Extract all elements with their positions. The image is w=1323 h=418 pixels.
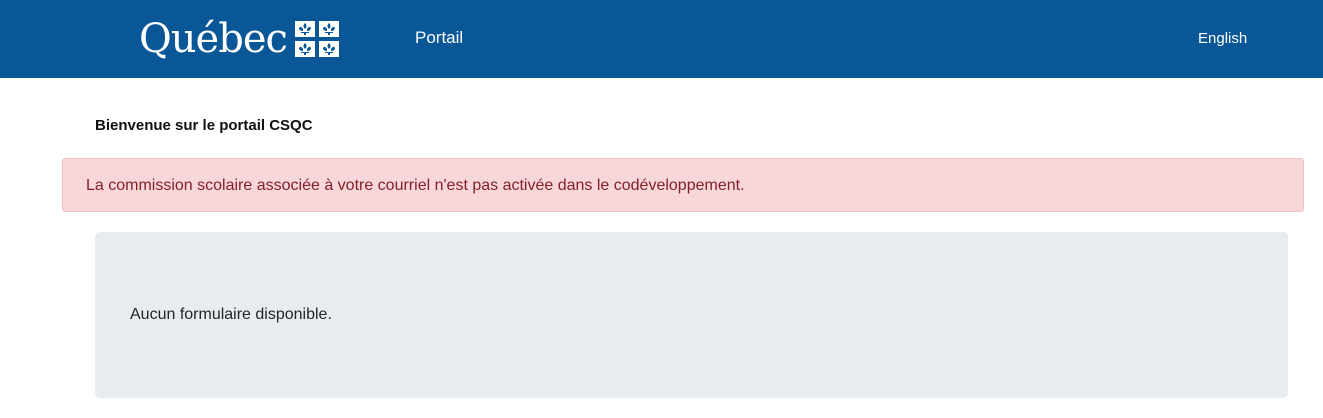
nav-portail-link[interactable]: Portail	[415, 28, 463, 48]
quebec-logo-link[interactable]: Québec	[139, 14, 339, 64]
top-header: Québec Portail English	[0, 0, 1323, 78]
empty-forms-message: Aucun formulaire disponible.	[130, 306, 332, 323]
page-title: Bienvenue sur le portail CSQC	[95, 117, 313, 134]
fleur-de-lis-flag-icon	[294, 21, 339, 57]
forms-panel: Aucun formulaire disponible.	[95, 232, 1288, 398]
error-alert: La commission scolaire associée à votre …	[62, 158, 1304, 212]
alert-message: La commission scolaire associée à votre …	[86, 177, 745, 194]
language-toggle-link[interactable]: English	[1198, 30, 1247, 47]
quebec-wordmark: Québec	[139, 16, 288, 62]
